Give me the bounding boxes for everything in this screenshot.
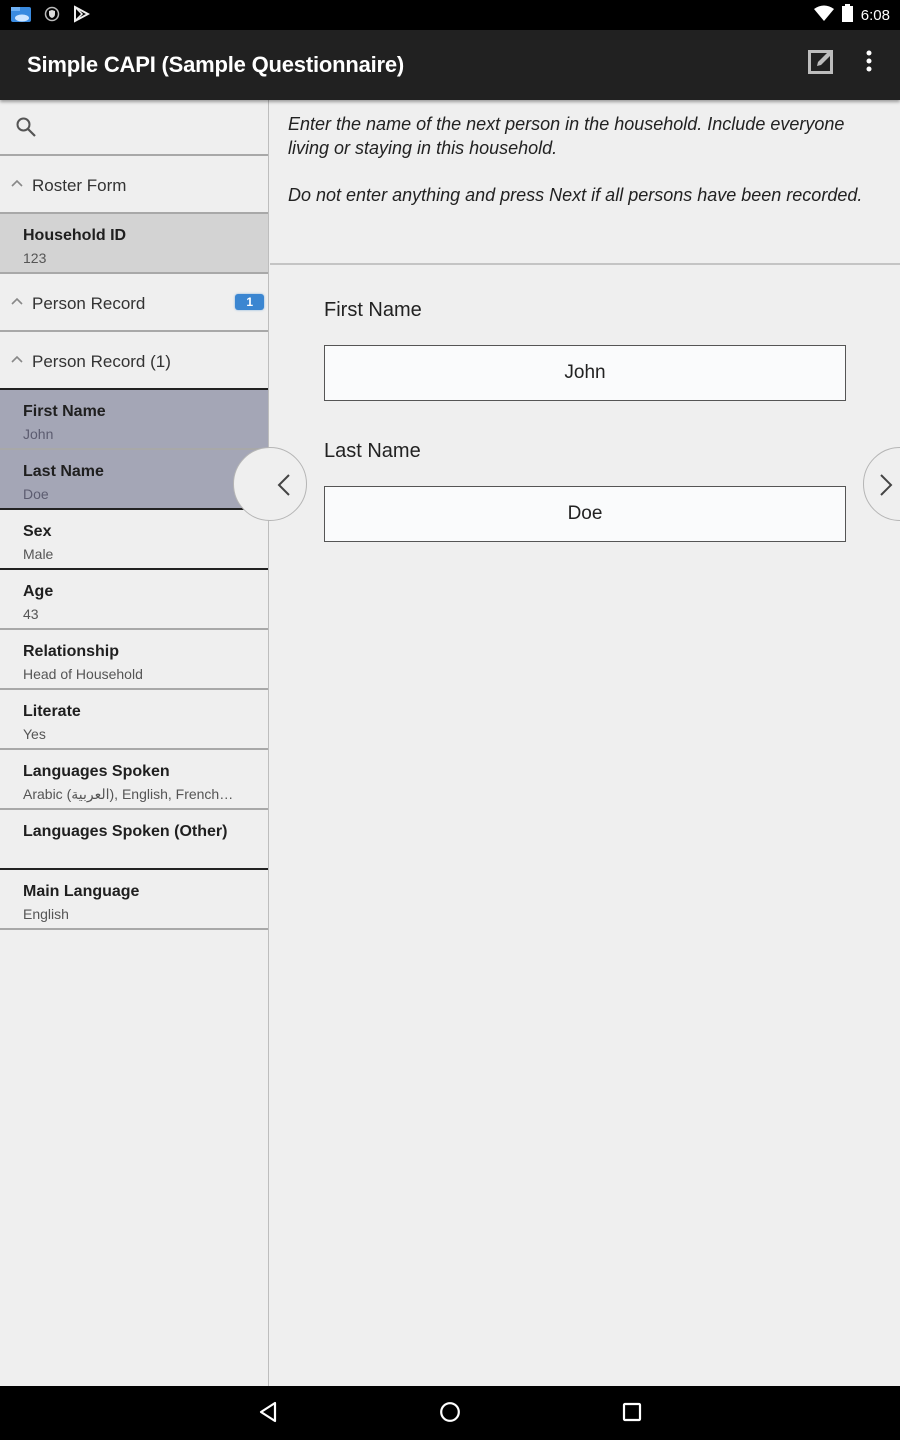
system-nav-bar xyxy=(0,1386,900,1440)
first-name-label: First Name xyxy=(324,299,422,321)
field-name: Languages Spoken (Other) xyxy=(23,823,228,840)
previous-button[interactable] xyxy=(233,447,307,521)
group-person-record-1[interactable]: Person Record (1) xyxy=(0,332,268,390)
question-text-paragraph: Enter the name of the next person in the… xyxy=(288,114,845,158)
field-name: Last Name xyxy=(23,463,104,480)
overflow-menu-icon[interactable] xyxy=(866,50,872,77)
field-last-name[interactable]: Last Name Doe xyxy=(0,450,268,510)
divider xyxy=(270,263,900,265)
field-name: Literate xyxy=(23,703,81,720)
group-label: Roster Form xyxy=(32,176,127,195)
group-roster-form[interactable]: Roster Form xyxy=(0,156,268,214)
field-first-name[interactable]: First Name John xyxy=(0,390,268,450)
app-bar: Simple CAPI (Sample Questionnaire) xyxy=(0,30,900,100)
recents-icon[interactable] xyxy=(622,1401,642,1428)
field-name: Household ID xyxy=(23,227,127,244)
last-name-label: Last Name xyxy=(324,440,421,462)
field-literate[interactable]: Literate Yes xyxy=(0,690,268,750)
last-name-input[interactable] xyxy=(324,486,846,542)
chevron-left-icon xyxy=(277,474,290,496)
field-household-id[interactable]: Household ID 123 xyxy=(0,214,268,274)
field-name: Sex xyxy=(23,523,52,540)
field-value: 123 xyxy=(23,250,47,266)
group-label: Person Record xyxy=(32,294,146,313)
shield-icon xyxy=(44,6,60,27)
field-value: John xyxy=(23,426,54,442)
field-name: Main Language xyxy=(23,883,140,900)
field-value: Arabic (العربية), English, French… xyxy=(23,786,234,802)
field-value: 43 xyxy=(23,606,39,622)
search-icon[interactable] xyxy=(15,116,37,143)
question-text: Enter the name of the next person in the… xyxy=(288,113,868,207)
back-icon[interactable] xyxy=(258,1401,278,1428)
chevron-right-icon xyxy=(880,474,893,496)
case-tree-sidebar: Roster Form Household ID 123 Person Reco… xyxy=(0,100,269,1386)
question-text-paragraph: Do not enter anything and press Next if … xyxy=(288,184,863,205)
chevron-up-icon xyxy=(11,297,23,305)
play-store-icon xyxy=(72,5,91,28)
occurrence-count-badge: 1 xyxy=(235,294,264,310)
field-value: Doe xyxy=(23,486,49,502)
field-name: Languages Spoken xyxy=(23,763,170,780)
chevron-up-icon xyxy=(11,355,23,363)
wifi-icon xyxy=(813,5,834,25)
home-icon[interactable] xyxy=(439,1401,461,1428)
group-person-record[interactable]: Person Record 1 xyxy=(0,274,268,332)
field-value: Yes xyxy=(23,726,46,742)
app-title: Simple CAPI (Sample Questionnaire) xyxy=(27,52,405,77)
edit-icon[interactable] xyxy=(808,48,836,79)
field-age[interactable]: Age 43 xyxy=(0,570,268,630)
field-languages-spoken-other[interactable]: Languages Spoken (Other) xyxy=(0,810,268,870)
question-panel: Enter the name of the next person in the… xyxy=(233,100,900,1386)
search-bar[interactable] xyxy=(0,100,268,156)
field-relationship[interactable]: Relationship Head of Household xyxy=(0,630,268,690)
field-name: Age xyxy=(23,583,54,600)
field-value: Head of Household xyxy=(23,666,143,682)
file-manager-icon xyxy=(10,5,32,28)
field-value: Male xyxy=(23,546,54,562)
next-button[interactable] xyxy=(863,447,900,521)
field-name: First Name xyxy=(23,403,106,420)
group-label: Person Record (1) xyxy=(32,352,171,371)
field-languages-spoken[interactable]: Languages Spoken Arabic (العربية), Engli… xyxy=(0,750,268,810)
battery-icon xyxy=(841,4,853,26)
status-bar: 6:08 xyxy=(0,0,900,30)
field-sex[interactable]: Sex Male xyxy=(0,510,268,570)
field-main-language[interactable]: Main Language English xyxy=(0,870,268,930)
first-name-input[interactable] xyxy=(324,345,846,401)
field-name: Relationship xyxy=(23,643,120,660)
chevron-up-icon xyxy=(11,179,23,187)
field-value: English xyxy=(23,906,69,922)
clock: 6:08 xyxy=(860,6,890,24)
